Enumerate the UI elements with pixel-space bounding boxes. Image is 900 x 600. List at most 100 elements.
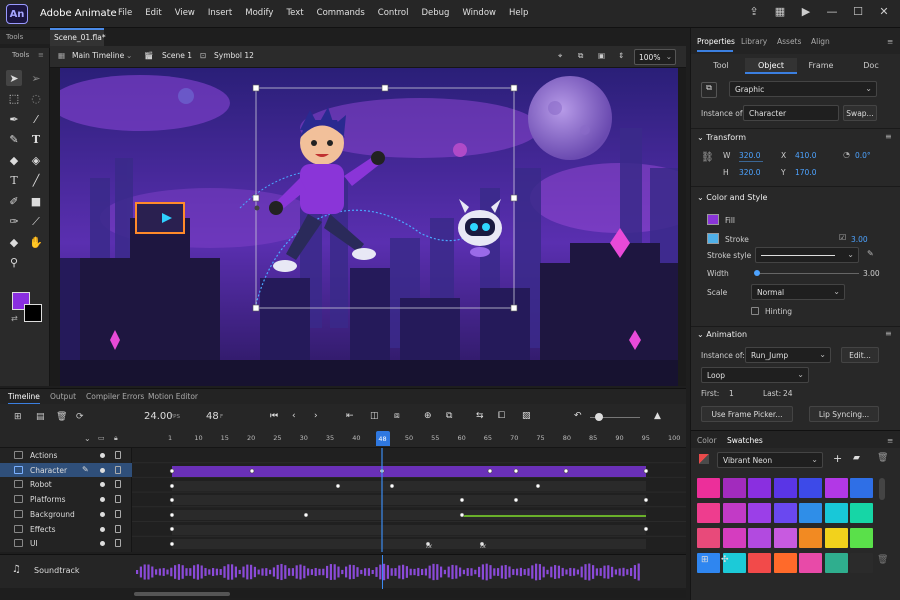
- lock-icon[interactable]: [115, 509, 121, 518]
- subtab-doc[interactable]: Doc: [845, 58, 897, 74]
- center-stage-icon[interactable]: ⌖: [558, 51, 562, 61]
- new-folder-icon[interactable]: ▤: [36, 412, 45, 422]
- fit-icon[interactable]: ▣: [598, 51, 605, 60]
- onion-icon[interactable]: ◫: [370, 411, 379, 421]
- color-swatch[interactable]: [799, 528, 822, 548]
- free-transform-tool-icon[interactable]: ⬚: [6, 91, 22, 107]
- color-swatch[interactable]: [850, 503, 873, 523]
- folder-icon[interactable]: ▰: [853, 453, 860, 463]
- color-swatch[interactable]: [748, 503, 771, 523]
- step-forward-icon[interactable]: ›: [314, 411, 318, 421]
- lip-sync-button[interactable]: Lip Syncing...: [809, 406, 879, 422]
- tab-library[interactable]: Library: [741, 37, 767, 46]
- lock-icon[interactable]: [115, 524, 121, 533]
- visibility-icon[interactable]: [100, 511, 105, 517]
- palette-dropdown[interactable]: Vibrant Neon ⌄: [717, 452, 823, 468]
- pencil-icon[interactable]: ✎: [82, 465, 89, 474]
- fill-swatch[interactable]: [707, 214, 719, 225]
- layer-row[interactable]: UI: [0, 536, 132, 551]
- frame-picker-button[interactable]: Use Frame Picker...: [701, 406, 793, 422]
- lasso-tool-icon[interactable]: ◌: [28, 91, 44, 107]
- step-back-icon[interactable]: ‹: [292, 411, 296, 421]
- width-slider-thumb[interactable]: [754, 270, 760, 276]
- tab-swatches[interactable]: Swatches: [727, 436, 763, 445]
- visibility-icon[interactable]: [100, 467, 105, 473]
- panel-menu-icon[interactable]: ≡: [887, 37, 893, 46]
- color-swatch[interactable]: [722, 503, 746, 523]
- loop-icon[interactable]: ⇤: [346, 411, 354, 421]
- selection-tool-icon[interactable]: ➤: [6, 70, 22, 86]
- subtab-frame[interactable]: Frame: [795, 58, 847, 74]
- layer-row[interactable]: Robot: [0, 477, 132, 492]
- tab-compiler-errors[interactable]: Compiler Errors: [86, 392, 144, 401]
- height-value[interactable]: 320.0: [739, 168, 760, 177]
- color-swatch[interactable]: [722, 528, 746, 548]
- swap-button[interactable]: Swap...: [843, 105, 877, 121]
- pencil-icon[interactable]: ✎: [867, 249, 874, 258]
- play-test-icon[interactable]: ▶: [800, 6, 812, 18]
- lock-icon[interactable]: [115, 451, 121, 459]
- tab-motion-editor[interactable]: Motion Editor: [148, 392, 198, 401]
- pencil-tool-icon[interactable]: ✎: [6, 132, 22, 148]
- trash-icon[interactable]: 🗑︎: [877, 555, 888, 565]
- subtab-tool[interactable]: Tool: [695, 58, 747, 74]
- menu-control[interactable]: Control: [378, 8, 409, 18]
- first-frame-icon[interactable]: ⏮: [270, 411, 278, 421]
- rotation-value[interactable]: 0.0°: [855, 151, 871, 160]
- color-swatch[interactable]: [850, 528, 873, 548]
- bone-tool-icon[interactable]: ⟋: [28, 214, 44, 230]
- rectangle-tool-icon[interactable]: ■: [28, 193, 44, 209]
- insert-keyframe-icon[interactable]: ⇆: [476, 411, 484, 421]
- width-value[interactable]: 320.0: [739, 151, 760, 160]
- line-tool-icon[interactable]: ╱: [28, 173, 44, 189]
- zoom-slider-thumb[interactable]: [595, 413, 603, 421]
- transform-section-title[interactable]: ⌄ Transform: [697, 133, 746, 142]
- layer-row[interactable]: Background: [0, 507, 132, 522]
- instance-name-field[interactable]: Character: [743, 105, 839, 121]
- section-menu-icon[interactable]: ≡: [885, 329, 892, 338]
- workspace-icon[interactable]: ▦: [774, 6, 786, 18]
- stage-canvas[interactable]: [60, 68, 678, 386]
- panel-menu-icon[interactable]: ≡: [38, 51, 44, 59]
- anim-instance-dropdown[interactable]: Run_Jump ⌄: [745, 347, 831, 363]
- subselection-tool-icon[interactable]: ➢: [28, 70, 44, 86]
- color-swatch[interactable]: [773, 478, 797, 498]
- color-swatch[interactable]: [824, 478, 848, 498]
- menu-help[interactable]: Help: [509, 8, 528, 18]
- color-swatch[interactable]: [697, 478, 720, 498]
- undo-icon[interactable]: ↶: [574, 411, 582, 421]
- visibility-icon[interactable]: [100, 541, 105, 547]
- menu-window[interactable]: Window: [462, 8, 496, 18]
- layer-row[interactable]: Effects: [0, 522, 132, 537]
- tab-assets[interactable]: Assets: [777, 37, 801, 46]
- menu-debug[interactable]: Debug: [422, 8, 450, 18]
- swatch-mode-icon[interactable]: [699, 454, 709, 464]
- subtab-object[interactable]: Object: [745, 58, 797, 74]
- color-swatch[interactable]: [799, 553, 822, 573]
- delete-swatch-icon[interactable]: 🗑︎: [877, 453, 888, 463]
- color-swatch[interactable]: [824, 503, 848, 523]
- last-value[interactable]: 24: [783, 389, 793, 398]
- tab-timeline[interactable]: Timeline: [8, 392, 40, 401]
- stroke-width-value[interactable]: 3.00: [851, 235, 868, 244]
- tab-align[interactable]: Align: [811, 37, 830, 46]
- zoom-tool-icon[interactable]: ⚲: [6, 255, 22, 271]
- hinting-checkbox[interactable]: [751, 307, 759, 315]
- camera-icon[interactable]: ⧉: [446, 411, 452, 421]
- zoom-field[interactable]: 100% ⌄: [634, 49, 676, 65]
- section-menu-icon[interactable]: ≡: [885, 132, 892, 141]
- fps-value[interactable]: 24.00: [144, 411, 173, 422]
- first-value[interactable]: 1: [729, 389, 734, 398]
- swap-colors-icon[interactable]: ⇄: [11, 314, 18, 323]
- insert-blank-icon[interactable]: ⧠: [498, 411, 505, 421]
- symbol-type-dropdown[interactable]: Graphic ⌄: [729, 81, 877, 97]
- frame-grid[interactable]: fx fx: [132, 448, 686, 552]
- swatch-scrollbar[interactable]: [879, 478, 885, 500]
- import-swatches-icon[interactable]: ⊞: [701, 555, 709, 565]
- tween-icon[interactable]: ▨: [522, 411, 531, 421]
- visibility-icon[interactable]: [100, 526, 105, 532]
- close-icon[interactable]: ✕: [878, 6, 890, 18]
- chevron-down-icon[interactable]: ⌄: [126, 51, 132, 60]
- color-swatch[interactable]: [850, 478, 873, 498]
- tab-color[interactable]: Color: [697, 436, 717, 445]
